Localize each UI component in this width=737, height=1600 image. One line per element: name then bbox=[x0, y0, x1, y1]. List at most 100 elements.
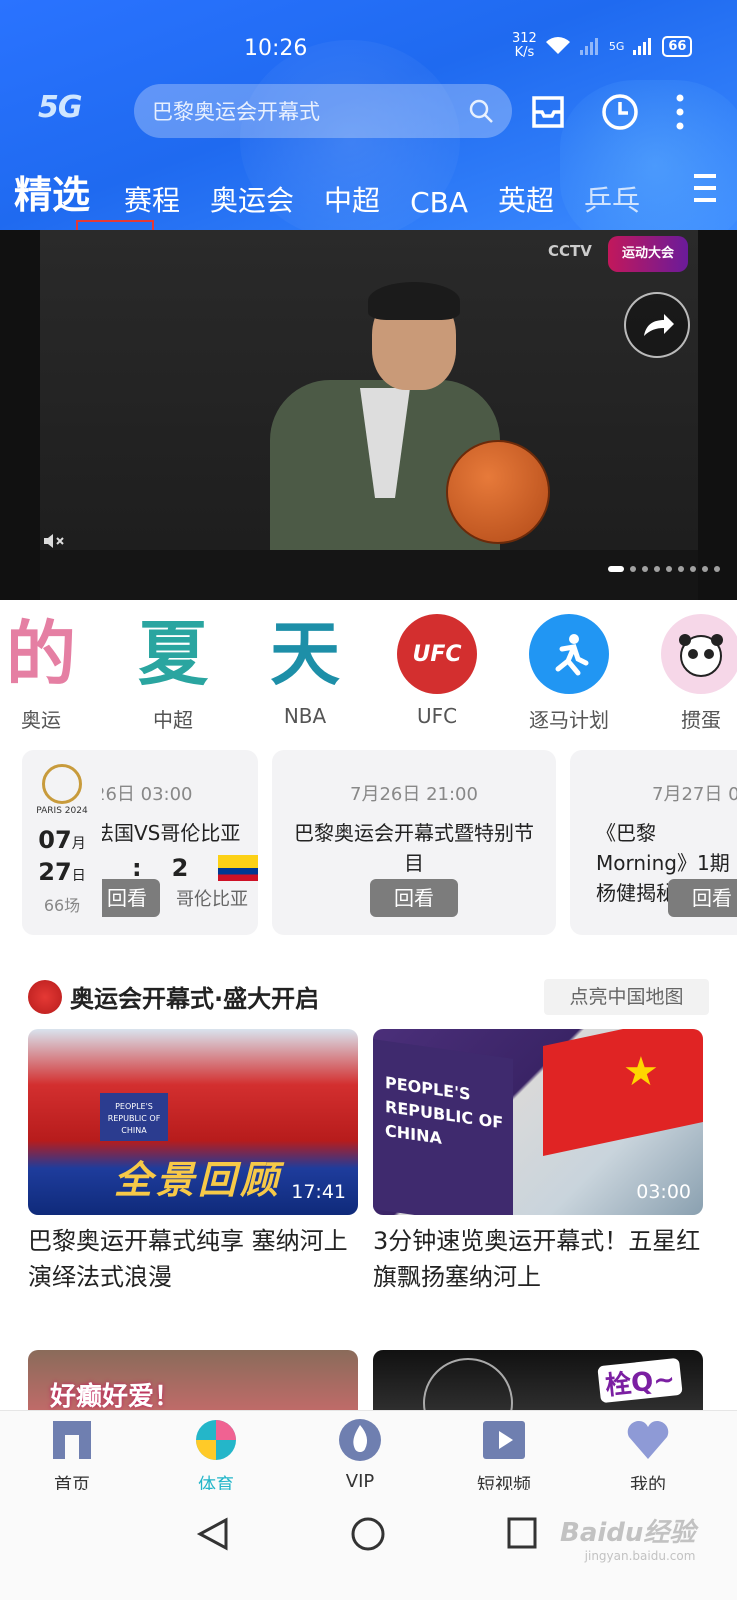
video-person-hair bbox=[368, 282, 460, 320]
tab-cba[interactable]: CBA bbox=[410, 186, 468, 219]
olympics-icon: 的 bbox=[1, 614, 81, 694]
vip-flame-icon bbox=[339, 1419, 381, 1461]
tab-schedule[interactable]: 赛程 bbox=[124, 179, 180, 219]
date-month-unit: 月 bbox=[71, 836, 86, 852]
section-header: 奥运会开幕式·盛大开启 bbox=[28, 979, 319, 1014]
tab-menu-icon[interactable] bbox=[690, 170, 724, 206]
featured-video-player[interactable]: CCTV 运动大会 bbox=[0, 230, 737, 600]
video-thumbnail[interactable]: PEOPLE'S REPUBLIC OF CHINA 全景回顾 17:41 bbox=[28, 1029, 358, 1215]
shortcut-olympics[interactable]: 的 奥运 bbox=[0, 614, 96, 733]
history-clock-icon[interactable] bbox=[600, 92, 640, 132]
sports-ball-icon bbox=[196, 1420, 236, 1460]
program-badge: 运动大会 bbox=[608, 236, 688, 272]
share-arrow-icon bbox=[644, 314, 674, 336]
match-card[interactable]: 7月26日 21:00 巴黎奥运会开幕式暨特别节目 回看 bbox=[272, 750, 556, 935]
nav-profile[interactable]: 我的 bbox=[598, 1417, 698, 1497]
tab-premier-league[interactable]: 英超 bbox=[498, 179, 554, 219]
search-icon[interactable] bbox=[468, 98, 494, 124]
signal-icon bbox=[579, 38, 598, 55]
shortcut-guandan[interactable]: 掼蛋 bbox=[646, 614, 737, 733]
olympics-opening-section: 奥运会开幕式·盛大开启 点亮中国地图 PEOPLE'S REPUBLIC OF … bbox=[0, 955, 737, 1420]
carousel-dot bbox=[678, 566, 684, 572]
panda-icon bbox=[661, 614, 737, 694]
match-score: : 2 bbox=[132, 854, 258, 882]
csl-icon-glyph: 夏 bbox=[138, 613, 208, 695]
date-day-value: 27 bbox=[38, 858, 72, 886]
ufc-icon-glyph: UFC bbox=[412, 641, 462, 667]
video-thumbnail[interactable]: PEOPLE'S REPUBLIC OF CHINA ★ 03:00 bbox=[373, 1029, 703, 1215]
shortcut-label: 奥运 bbox=[21, 708, 61, 732]
carousel-dot bbox=[642, 566, 648, 572]
nav-short-video[interactable]: 短视频 bbox=[454, 1417, 554, 1497]
runner-figure bbox=[555, 634, 589, 676]
top-header: 10:26 312 K/s 5G 66 5G 巴黎奥运会开幕式 精选 赛程 奥运… bbox=[0, 0, 737, 230]
mute-icon bbox=[44, 534, 64, 548]
shortcut-marathon-plan[interactable]: 逐马计划 bbox=[514, 614, 624, 733]
app-logo: 5G bbox=[38, 90, 82, 125]
more-vertical-icon[interactable] bbox=[672, 92, 688, 132]
shortcut-label: 中超 bbox=[153, 708, 193, 732]
share-button[interactable] bbox=[624, 292, 690, 358]
tab-table-tennis[interactable]: 乒乓 bbox=[584, 179, 640, 219]
thumb-overlay-text: 全景回顾 bbox=[114, 1158, 283, 1202]
replay-button[interactable]: 回看 bbox=[370, 879, 458, 917]
shortcut-nba[interactable]: 天 NBA bbox=[250, 614, 360, 728]
date-day-unit: 日 bbox=[71, 868, 86, 884]
channel-logo: CCTV bbox=[548, 242, 592, 260]
csl-icon: 夏 bbox=[133, 614, 213, 694]
score-separator: : bbox=[132, 854, 142, 882]
video-title[interactable]: 3分钟速览奥运开幕式！五星红旗飘扬塞纳河上 bbox=[373, 1223, 703, 1295]
back-icon[interactable] bbox=[196, 1516, 230, 1552]
match-time: 7月27日 0 bbox=[652, 784, 737, 805]
basketball bbox=[446, 440, 550, 544]
match-count: 66场 bbox=[43, 896, 81, 915]
section-title: 奥运会开幕式·盛大开启 bbox=[70, 985, 320, 1013]
light-up-map-button[interactable]: 点亮中国地图 bbox=[544, 979, 709, 1015]
shortcut-label: UFC bbox=[416, 704, 458, 728]
wifi-icon bbox=[545, 37, 570, 54]
team-away-name: 哥伦比亚 bbox=[176, 889, 248, 910]
tab-olympics[interactable]: 奥运会 bbox=[210, 179, 294, 219]
nav-home[interactable]: 首页 bbox=[22, 1417, 122, 1497]
score-away: 2 bbox=[171, 854, 189, 882]
network-speed-unit: K/s bbox=[514, 45, 535, 60]
panda-figure bbox=[679, 634, 723, 677]
tab-csl[interactable]: 中超 bbox=[324, 179, 380, 219]
recent-apps-icon[interactable] bbox=[506, 1516, 538, 1550]
mute-button[interactable] bbox=[42, 532, 66, 554]
thumb-overlay-text: 栓Q~ bbox=[597, 1357, 683, 1404]
tab-selected[interactable]: 精选 bbox=[14, 164, 90, 219]
date-day: 27日 bbox=[22, 858, 102, 886]
bottom-navigation: 首页 体育 VIP 短视频 我的 bbox=[0, 1410, 737, 1496]
nba-icon: 天 bbox=[265, 614, 345, 694]
olympics-icon-glyph: 的 bbox=[6, 613, 76, 695]
home-icon bbox=[53, 1421, 91, 1459]
paris-2024-logo bbox=[42, 764, 82, 804]
video-duration: 03:00 bbox=[636, 1181, 691, 1203]
shortcut-ufc[interactable]: UFC UFC bbox=[382, 614, 492, 728]
video-table bbox=[40, 550, 698, 600]
network-speed-value: 312 bbox=[512, 31, 537, 46]
home-circle-icon[interactable] bbox=[350, 1516, 386, 1552]
carousel-dot bbox=[714, 566, 720, 572]
replay-button[interactable]: 回看 bbox=[668, 879, 737, 917]
mascot-icon bbox=[28, 979, 62, 1014]
search-bar[interactable]: 巴黎奥运会开幕式 bbox=[134, 84, 512, 138]
video-title[interactable]: 巴黎奥运开幕式纯享 塞纳河上演绎法式浪漫 bbox=[28, 1223, 358, 1295]
date-card: PARIS 2024 07月 27日 66场 bbox=[22, 750, 102, 935]
shortcut-label: 逐马计划 bbox=[529, 708, 609, 732]
date-month-value: 07 bbox=[38, 826, 72, 854]
nba-icon-glyph: 天 bbox=[270, 613, 340, 695]
signal-icon bbox=[633, 38, 652, 55]
nav-sports[interactable]: 体育 bbox=[166, 1417, 266, 1497]
nav-vip[interactable]: VIP bbox=[310, 1417, 410, 1492]
inbox-icon[interactable] bbox=[528, 92, 568, 132]
match-schedule: 26日 03:00 法国VS哥伦比亚 : 2 哥伦比亚 回看 PARIS 202… bbox=[0, 740, 737, 955]
shortcut-csl[interactable]: 夏 中超 bbox=[118, 614, 228, 733]
watermark: Baidu经验 jingyan.baidu.com bbox=[560, 1512, 695, 1563]
match-card[interactable]: 7月27日 0 《巴黎Morning》1期 杨健揭秘奥 回看 bbox=[570, 750, 737, 935]
replay-button[interactable]: 回看 bbox=[94, 879, 160, 917]
carousel-dot bbox=[608, 566, 624, 572]
carousel-dot bbox=[630, 566, 636, 572]
date-month: 07月 bbox=[22, 826, 102, 854]
